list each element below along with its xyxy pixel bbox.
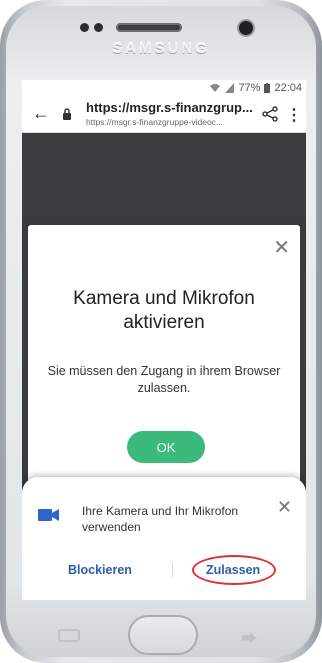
close-icon[interactable]: ✕ — [273, 235, 290, 260]
ok-button[interactable]: OK — [127, 431, 205, 463]
signal-icon — [225, 83, 235, 93]
battery-icon — [264, 83, 271, 93]
sensor-dot — [94, 23, 103, 32]
url-sub: https://msgr.s-finanzgruppe-videoc... — [86, 117, 224, 127]
phone-screen: 77% 22:04 ← https://msgr.s-finanzgrup...… — [22, 80, 306, 600]
phone-frame: SAMSUNG 77% 22:04 ← https://msgr.s-finan… — [0, 0, 322, 663]
lock-icon — [63, 108, 71, 120]
button-divider — [172, 563, 173, 577]
close-icon[interactable]: ✕ — [277, 497, 292, 518]
permission-sheet: Ihre Kamera und Ihr Mikrofon verwenden ✕… — [22, 477, 306, 600]
modal-title: Kamera und Mikrofon aktivieren — [73, 288, 255, 333]
permission-text: Ihre Kamera und Ihr Mikrofon verwenden — [82, 504, 239, 534]
back-key-icon[interactable]: ⮕ — [241, 625, 257, 649]
highlight-ring — [192, 555, 276, 585]
front-camera — [239, 21, 253, 35]
video-camera-icon — [38, 509, 59, 521]
recent-apps-key[interactable] — [58, 629, 80, 642]
hardware-keys: ⮕ — [0, 607, 322, 663]
wifi-icon — [210, 84, 221, 92]
browser-toolbar: ← https://msgr.s-finanzgrup... https://m… — [22, 96, 306, 133]
status-time: 22:04 — [274, 82, 302, 94]
page-backdrop — [22, 133, 306, 223]
arrow-left-icon[interactable]: ← — [32, 103, 50, 124]
modal-message: Sie müssen den Zugang in ihrem Browser z… — [47, 364, 281, 395]
url-main[interactable]: https://msgr.s-finanzgrup... — [86, 100, 256, 115]
share-icon[interactable] — [262, 106, 278, 122]
status-bar: 77% 22:04 — [22, 80, 306, 96]
home-button[interactable] — [128, 615, 198, 655]
earpiece-speaker — [116, 23, 182, 32]
block-button[interactable]: Blockieren — [68, 563, 132, 577]
sensor-dot — [80, 23, 89, 32]
battery-percent: 77% — [238, 82, 261, 94]
device-brand: SAMSUNG — [112, 40, 210, 57]
more-vertical-icon[interactable]: ⋮ — [286, 105, 302, 125]
